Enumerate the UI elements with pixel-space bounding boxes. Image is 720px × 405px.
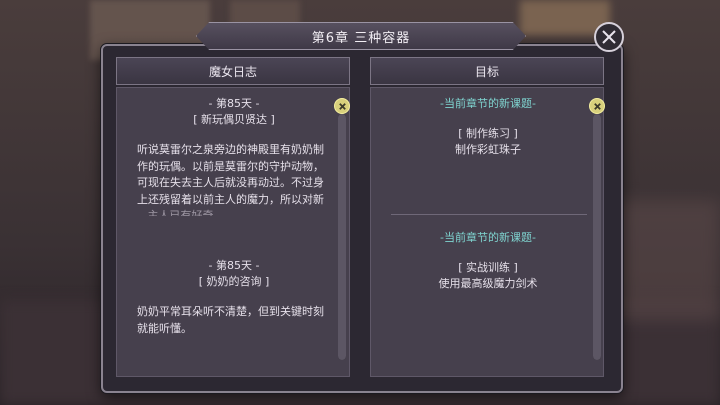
goals-scroll-marker[interactable] xyxy=(589,98,605,114)
entry-line-cut: ...主人已有好奇 xyxy=(137,209,214,216)
chapter-title-bar: 第6章 三种容器 xyxy=(196,22,526,50)
entry-title: [ 新玩偶贝贤达 ] xyxy=(193,113,275,126)
entry-title: [ 奶奶的咨询 ] xyxy=(198,275,270,288)
entry-day: - 第85天 - xyxy=(208,259,260,272)
journal-scrollbar[interactable] xyxy=(338,114,346,360)
goal-heading: -当前章节的新课题- xyxy=(440,231,536,244)
entry-text: 奶奶平常耳朵听不清楚，但到关键时刻 就能听懂。 xyxy=(117,304,349,337)
journal-header-label: 魔女日志 xyxy=(208,64,257,79)
goal-category: [ 实战训练 ] xyxy=(458,261,518,274)
goals-header-label: 目标 xyxy=(474,64,499,79)
goal-task: 制作彩虹珠子 xyxy=(455,143,521,156)
journal-entry: - 第85天 - [ 新玩偶贝贤达 ] 听说莫雷尔之泉旁边的神殿里有奶奶制 作的… xyxy=(117,96,349,216)
goals-scrollbar[interactable] xyxy=(593,114,601,360)
journal-body[interactable]: - 第85天 - [ 新玩偶贝贤达 ] 听说莫雷尔之泉旁边的神殿里有奶奶制 作的… xyxy=(116,87,350,377)
goal-task: 使用最高级魔力剑术 xyxy=(438,277,538,290)
close-icon xyxy=(338,102,346,110)
journal-header: 魔女日志 xyxy=(116,57,350,85)
entry-line: 奶奶平常耳朵听不清楚，但到关键时刻 xyxy=(137,305,324,318)
goals-header: 目标 xyxy=(370,57,604,85)
goals-column: 目标 -当前章节的新课题- [ 制作练习 ] 制作彩虹珠子 -当前章节的新课题-… xyxy=(370,57,604,377)
goals-body[interactable]: -当前章节的新课题- [ 制作练习 ] 制作彩虹珠子 -当前章节的新课题- [ … xyxy=(370,87,604,377)
entry-line: 上还残留着以前主人的魔力，所以对新 xyxy=(137,192,324,206)
goal-heading: -当前章节的新课题- xyxy=(440,97,536,110)
goal-item: -当前章节的新课题- [ 制作练习 ] 制作彩虹珠子 xyxy=(371,96,605,158)
goal-category: [ 制作练习 ] xyxy=(458,127,518,140)
entry-text: 听说莫雷尔之泉旁边的神殿里有奶奶制 作的玩偶。以前是莫雷尔的守护动物， 可现在失… xyxy=(117,142,349,216)
close-icon xyxy=(602,30,616,44)
journal-entry: - 第85天 - [ 奶奶的咨询 ] 奶奶平常耳朵听不清楚，但到关键时刻 就能听… xyxy=(117,258,349,337)
entry-line: 听说莫雷尔之泉旁边的神殿里有奶奶制 xyxy=(137,143,324,156)
chapter-title: 第6章 三种容器 xyxy=(311,30,411,46)
entry-line: 作的玩偶。以前是莫雷尔的守护动物， xyxy=(137,159,324,173)
journal-scroll-marker[interactable] xyxy=(334,98,350,114)
close-button[interactable] xyxy=(594,22,624,52)
entry-line: 就能听懂。 xyxy=(137,321,192,335)
goal-divider xyxy=(391,214,587,215)
goal-item: -当前章节的新课题- [ 实战训练 ] 使用最高级魔力剑术 xyxy=(371,230,605,292)
entry-line: 可现在失去主人后就没再动过。不过身 xyxy=(137,176,324,189)
journal-column: 魔女日志 - 第85天 - [ 新玩偶贝贤达 ] 听说莫雷尔之泉旁边的神殿里有奶… xyxy=(116,57,350,377)
close-icon xyxy=(593,102,601,110)
entry-day: - 第85天 - xyxy=(208,97,260,110)
